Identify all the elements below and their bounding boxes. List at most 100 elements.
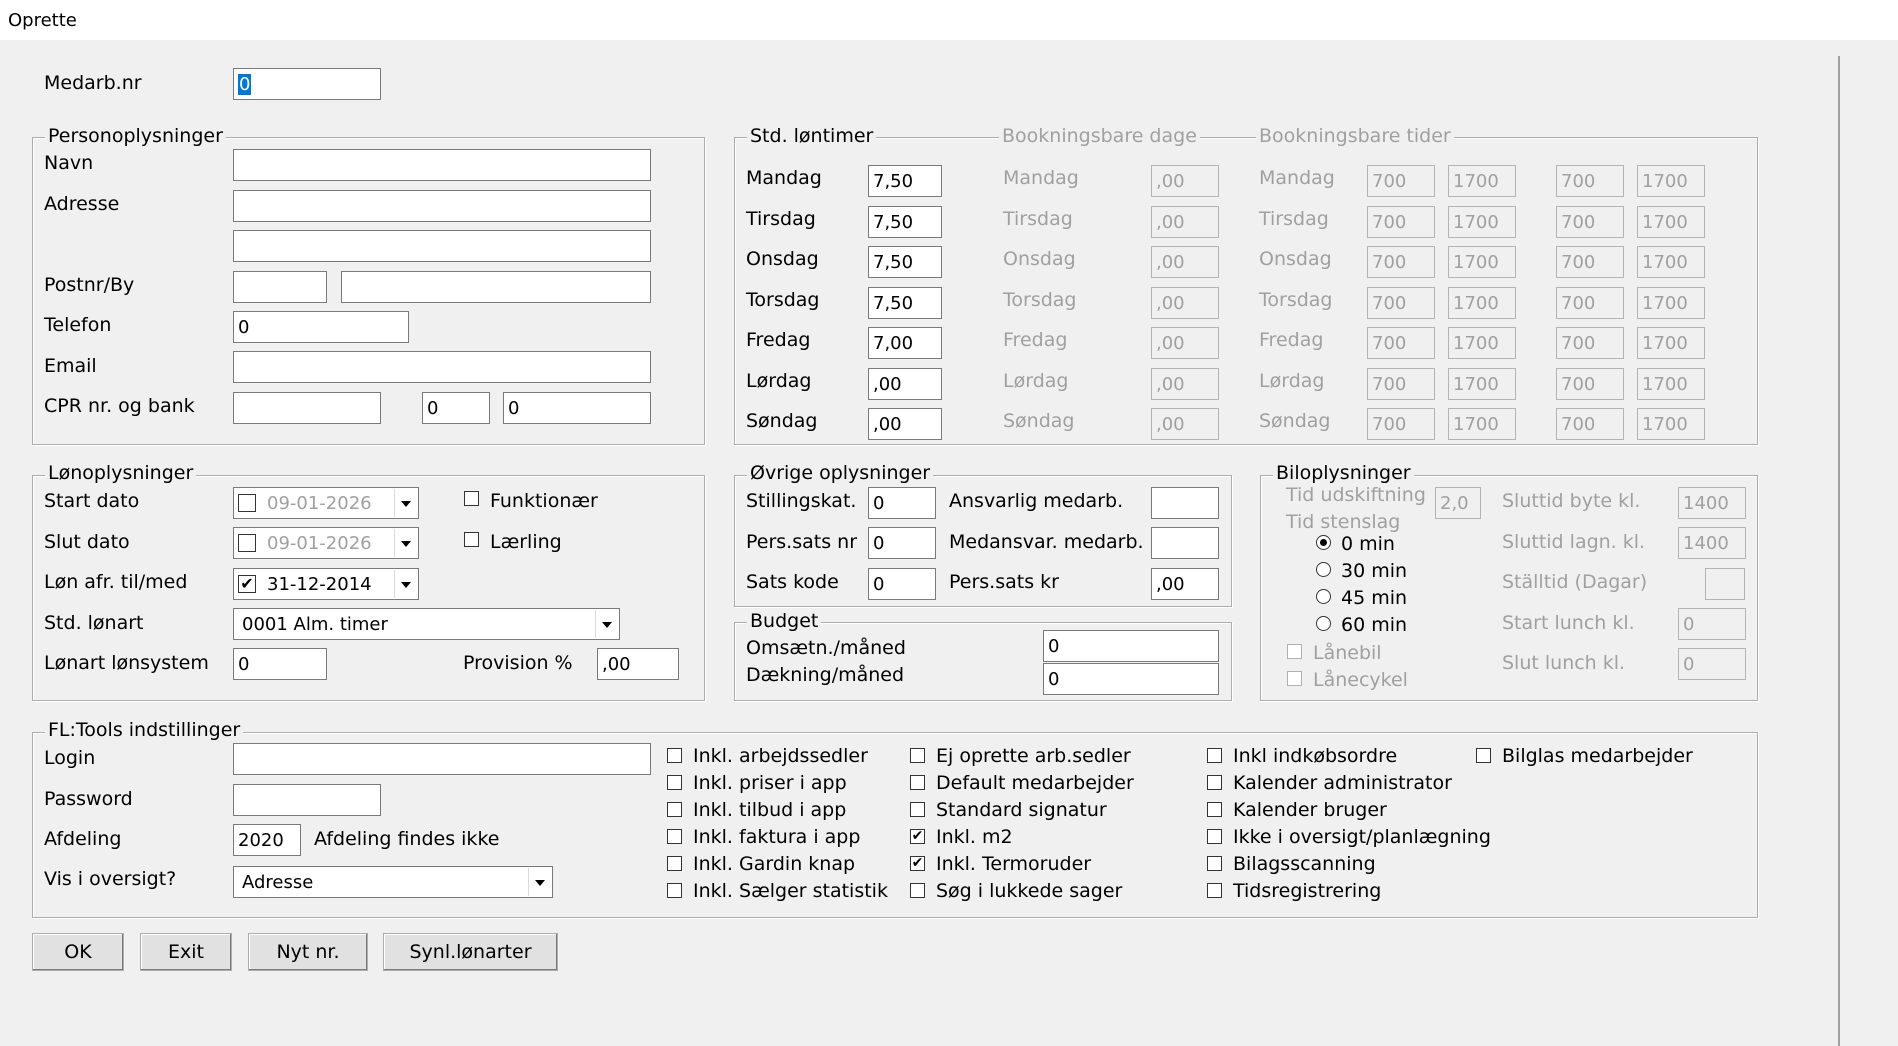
ok-button[interactable]: OK: [32, 933, 124, 971]
laerling-label: Lærling: [490, 531, 562, 553]
afr-checkbox[interactable]: ✔: [238, 575, 256, 593]
day-1-hours-input[interactable]: 7,50: [868, 205, 942, 238]
radio-2[interactable]: [1316, 589, 1331, 604]
day-5-hours-input[interactable]: ,00: [868, 367, 942, 400]
fl-col1-checkbox-4[interactable]: [667, 856, 682, 871]
funktionaer-checkbox[interactable]: [464, 491, 479, 506]
fl-col3-checkbox-1[interactable]: [1207, 775, 1222, 790]
cpr-input[interactable]: [233, 392, 381, 424]
bank-reg-input[interactable]: 0: [422, 392, 490, 424]
synl-lonarter-button[interactable]: Synl.lønarter: [383, 933, 558, 971]
navn-input[interactable]: [233, 149, 651, 181]
laerling-checkbox[interactable]: [464, 532, 479, 547]
fl-col3-checkbox-5[interactable]: [1207, 883, 1222, 898]
tid-udskiftning-label: Tid udskiftning: [1286, 484, 1426, 506]
start-dato-checkbox[interactable]: [238, 494, 256, 512]
fl-col3-checkbox-4[interactable]: [1207, 856, 1222, 871]
fl-col1-checkbox-0[interactable]: [667, 748, 682, 763]
fl-col1-checkbox-2[interactable]: [667, 802, 682, 817]
day-0-hours-input[interactable]: 7,50: [868, 165, 942, 197]
fl-col1-checkbox-5[interactable]: [667, 883, 682, 898]
radio-3[interactable]: [1316, 616, 1331, 631]
fl-col1-checkbox-1[interactable]: [667, 775, 682, 790]
fl-col3-checkbox-3[interactable]: [1207, 829, 1222, 844]
fl-col4-checkbox-0[interactable]: [1476, 748, 1491, 763]
provision-input[interactable]: ,00: [597, 648, 679, 680]
day-2-time-t2: 1700: [1448, 246, 1516, 278]
ansvarlig-label: Ansvarlig medarb.: [949, 490, 1124, 512]
sluttid-byte-input: 1400: [1678, 487, 1746, 519]
fl-col2-label-0: Ej oprette arb.sedler: [936, 745, 1131, 767]
telefon-input[interactable]: 0: [233, 311, 409, 343]
radio-1[interactable]: [1316, 562, 1331, 577]
lonsystem-input[interactable]: 0: [233, 648, 327, 680]
radio-0[interactable]: [1316, 535, 1331, 550]
slut-dato-checkbox[interactable]: [238, 534, 256, 552]
day-2-label: Onsdag: [746, 248, 819, 270]
day-4-booking-label: Fredag: [1003, 329, 1068, 351]
fl-col2-checkbox-0[interactable]: [910, 748, 925, 763]
day-0-time-t3: 700: [1556, 165, 1624, 197]
adresse-input-1[interactable]: [233, 190, 651, 222]
ansvarlig-input[interactable]: [1151, 487, 1219, 519]
password-label: Password: [44, 788, 133, 810]
afr-picker[interactable]: ✔ 31-12-2014: [233, 568, 419, 600]
day-6-booking-input: ,00: [1151, 408, 1219, 440]
medarb-input[interactable]: 0: [233, 68, 381, 100]
slut-dato-picker[interactable]: 09-01-2026: [233, 527, 419, 559]
day-6-time-t4: 1700: [1637, 408, 1705, 440]
fl-col1-checkbox-3[interactable]: [667, 829, 682, 844]
lanecykel-checkbox: [1287, 671, 1302, 686]
day-2-hours-input[interactable]: 7,50: [868, 246, 942, 278]
stillingskat-input[interactable]: 0: [868, 487, 936, 519]
email-input[interactable]: [233, 351, 651, 383]
window-title: Oprette: [8, 10, 77, 31]
vis-select[interactable]: Adresse: [233, 866, 553, 898]
chevron-down-icon[interactable]: [394, 529, 417, 557]
afdeling-input[interactable]: 2020: [233, 824, 301, 856]
start-dato-picker[interactable]: 09-01-2026: [233, 487, 419, 519]
perssats-kr-input[interactable]: ,00: [1151, 568, 1219, 600]
chevron-down-icon[interactable]: [394, 570, 417, 598]
day-1-time-t4: 1700: [1637, 205, 1705, 238]
by-input[interactable]: [341, 271, 651, 303]
fl-col2-checkbox-2[interactable]: [910, 802, 925, 817]
fl-col3-label-0: Inkl indkøbsordre: [1233, 745, 1398, 767]
postnr-label: Postnr/By: [44, 274, 135, 296]
fl-group-title: FL:Tools indstillinger: [45, 719, 244, 741]
lonart-select[interactable]: 0001 Alm. timer: [233, 608, 620, 640]
fl-col3-checkbox-2[interactable]: [1207, 802, 1222, 817]
day-2-time-t3: 700: [1556, 246, 1624, 278]
chevron-down-icon[interactable]: [394, 489, 417, 517]
bank-konto-input[interactable]: 0: [503, 392, 651, 424]
day-6-hours-input[interactable]: ,00: [868, 408, 942, 440]
adresse-input-2[interactable]: [233, 230, 651, 262]
day-3-hours-input[interactable]: 7,50: [868, 286, 942, 319]
nyt-nr-button[interactable]: Nyt nr.: [248, 933, 368, 971]
email-label: Email: [44, 355, 97, 377]
fl-col3-checkbox-0[interactable]: [1207, 748, 1222, 763]
fl-col2-checkbox-4[interactable]: ✔: [910, 856, 925, 871]
fl-col2-checkbox-3[interactable]: ✔: [910, 829, 925, 844]
ovrige-group-title: Øvrige oplysninger: [747, 462, 934, 484]
daekning-input[interactable]: 0: [1043, 663, 1219, 695]
start-lunch-label: Start lunch kl.: [1502, 612, 1635, 634]
medansvar-label: Medansvar. medarb.: [949, 531, 1144, 553]
lanebil-label: Lånebil: [1313, 642, 1382, 664]
stalltid-label: Ställtid (Dagar): [1502, 571, 1648, 593]
login-input[interactable]: [233, 743, 651, 775]
fl-col1-label-2: Inkl. tilbud i app: [693, 799, 847, 821]
day-4-hours-input[interactable]: 7,00: [868, 327, 942, 359]
fl-col1-label-5: Inkl. Sælger statistik: [693, 880, 888, 902]
exit-button[interactable]: Exit: [140, 933, 232, 971]
sats-kode-input[interactable]: 0: [868, 568, 936, 600]
chevron-down-icon[interactable]: [528, 868, 551, 896]
medansvar-input[interactable]: [1151, 527, 1219, 559]
password-input[interactable]: [233, 784, 381, 816]
perssats-nr-input[interactable]: 0: [868, 527, 936, 559]
chevron-down-icon[interactable]: [595, 610, 618, 638]
fl-col2-checkbox-5[interactable]: [910, 883, 925, 898]
omsaetn-input[interactable]: 0: [1043, 630, 1219, 662]
postnr-input[interactable]: [233, 271, 327, 303]
fl-col2-checkbox-1[interactable]: [910, 775, 925, 790]
